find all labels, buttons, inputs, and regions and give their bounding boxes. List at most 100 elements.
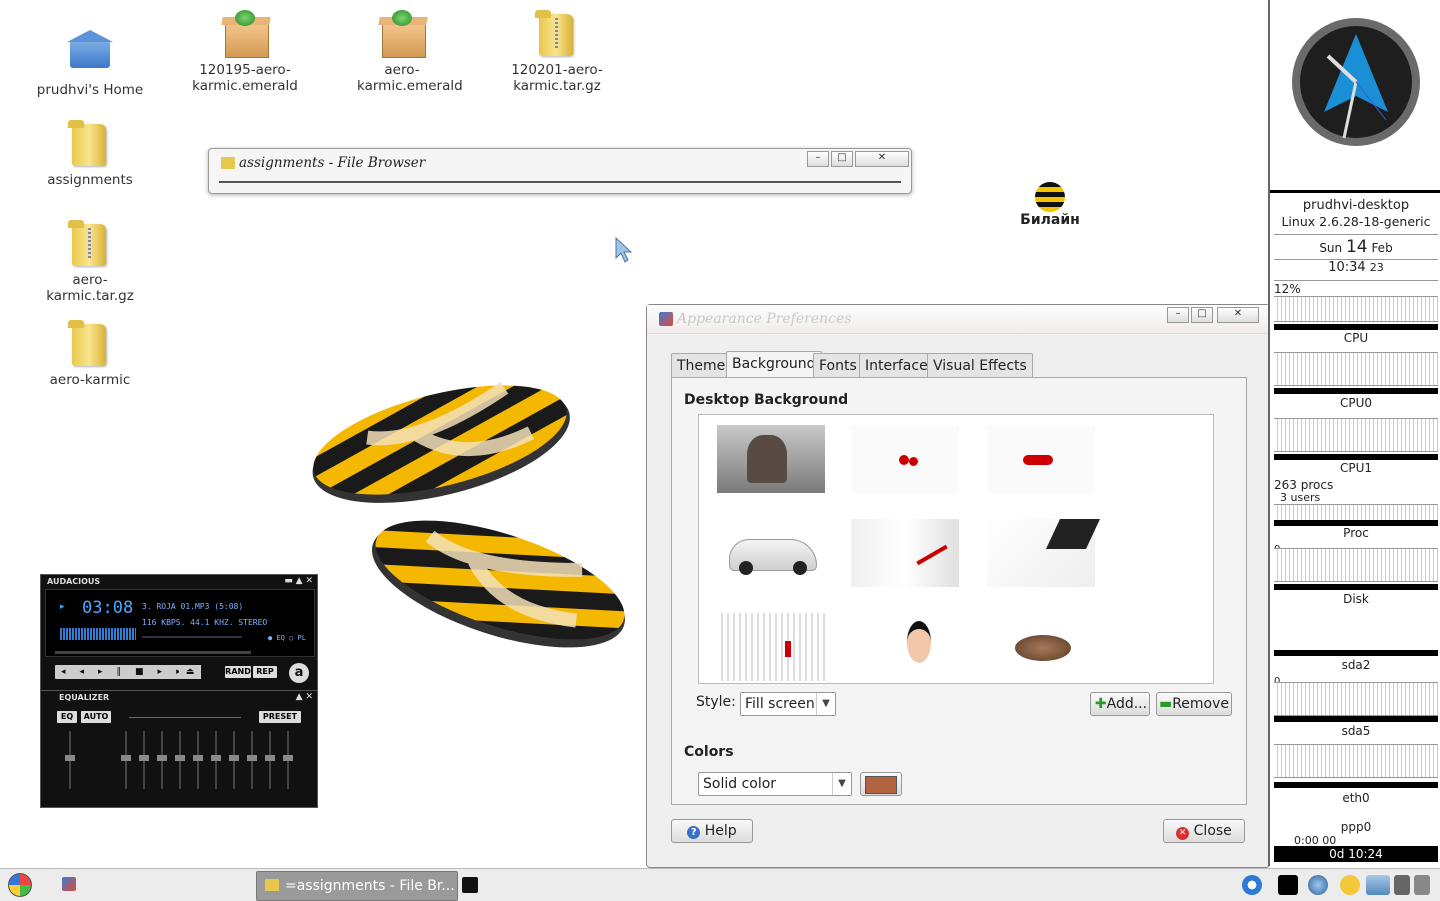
tab-interface[interactable]: Interface (859, 353, 934, 378)
eq-band-slider[interactable] (121, 731, 131, 789)
eq-toggle-button[interactable]: EQ (57, 711, 77, 723)
eq-preset-button[interactable]: PRESET (259, 711, 301, 723)
eq-band-slider[interactable] (175, 731, 185, 789)
network-icon[interactable] (1308, 875, 1328, 895)
eq-band-slider[interactable] (211, 731, 221, 789)
equalizer-title: EQUALIZER (59, 693, 110, 702)
maximize-button[interactable]: □ (831, 151, 853, 167)
desktop-icon-label: 120201-aero-karmic.tar.gz (511, 62, 603, 94)
audacious-task-icon[interactable] (462, 877, 478, 893)
package-icon (221, 10, 269, 58)
wallpaper-thumb[interactable] (987, 613, 1095, 681)
minimize-button[interactable]: – (1167, 307, 1189, 323)
eq-pl-toggles[interactable]: ● EQ ○ PL (268, 634, 306, 642)
wallpaper-thumb[interactable] (851, 519, 959, 587)
desktop-icon-120201-tar[interactable]: 120201-aero-karmic.tar.gz (497, 10, 617, 94)
eq-preamp-slider[interactable] (65, 731, 75, 789)
color-mode-select[interactable]: Solid color ▼ (698, 772, 852, 796)
desktop-icon-label: aero-karmic.tar.gz (46, 272, 134, 304)
eq-band-slider[interactable] (193, 731, 203, 789)
minimize-button[interactable]: – (807, 151, 829, 167)
eq-band-slider[interactable] (247, 731, 257, 789)
desktop-icon-label: 120195-aero-karmic.emerald (192, 62, 298, 94)
desktop-icon-emerald-120195[interactable]: 120195-aero-karmic.emerald (185, 10, 305, 94)
section-title: Desktop Background (684, 392, 849, 408)
spectrum-visualizer (60, 628, 136, 640)
remove-label: Remove (1172, 696, 1230, 712)
cpu0-label: CPU0 (1339, 396, 1373, 410)
eq-auto-button[interactable]: AUTO (81, 711, 111, 723)
eject-button[interactable]: ⏏ (179, 665, 201, 679)
equalizer-window[interactable]: EQUALIZER ▲ ✕ EQ AUTO PRESET (40, 690, 318, 808)
proc-label: Proc (1343, 526, 1369, 540)
power-icon[interactable] (1414, 875, 1430, 895)
start-menu-icon[interactable] (8, 873, 32, 897)
tab-theme[interactable]: Theme (671, 353, 732, 378)
eq-band-slider[interactable] (139, 731, 149, 789)
disk-label: Disk (1343, 592, 1369, 606)
date-box: Sun 14 Feb (1274, 234, 1438, 260)
tab-background[interactable]: Background (726, 351, 822, 379)
terminal-icon[interactable] (1278, 875, 1298, 895)
tab-fonts[interactable]: Fonts (813, 353, 863, 378)
desktop-icon-label: aero-karmic.emerald (357, 62, 463, 94)
cpu-bar (1274, 324, 1438, 330)
volume-icon[interactable] (1394, 875, 1410, 895)
seek-bar[interactable] (55, 651, 251, 654)
analog-clock (1292, 18, 1420, 146)
disk-graph (1274, 548, 1438, 582)
wallpaper-thumb[interactable] (987, 425, 1095, 493)
wallpaper-thumb[interactable] (851, 425, 959, 493)
eq-band-slider[interactable] (283, 731, 293, 789)
tab-visual-effects[interactable]: Visual Effects (927, 353, 1033, 378)
zip-folder-icon (66, 220, 114, 268)
messenger-icon[interactable] (1340, 875, 1360, 895)
color-picker-button[interactable] (860, 772, 902, 796)
audacious-logo-icon: a (289, 663, 309, 683)
wallpaper-thumb[interactable] (717, 613, 825, 681)
window-controls[interactable]: ▬ ▲ ✕ (284, 576, 313, 586)
close-button[interactable]: ✕ Close (1163, 819, 1245, 843)
wallpaper-thumb[interactable] (851, 613, 959, 681)
wallpaper-thumb[interactable] (987, 519, 1100, 587)
desktop-icon-emerald[interactable]: aero-karmic.emerald (342, 10, 463, 94)
help-button[interactable]: ? Help (671, 819, 753, 843)
eq-band-slider[interactable] (265, 731, 275, 789)
random-button[interactable]: RAND (225, 666, 251, 678)
desktop-icon-home[interactable]: prudhvi's Home (30, 30, 150, 98)
window-controls[interactable]: ▲ ✕ (296, 692, 313, 702)
repeat-button[interactable]: REP (253, 666, 277, 678)
workspace-icon[interactable] (1366, 875, 1390, 895)
appearance-launcher-icon[interactable] (62, 877, 76, 891)
task-file-browser[interactable]: =assignments - File Br... (256, 871, 458, 901)
cpu-percent: 12% (1274, 282, 1301, 296)
wallpaper-thumb[interactable] (717, 519, 825, 587)
wallpaper-grid[interactable] (698, 414, 1214, 684)
file-browser-window[interactable]: assignments - File Browser – □ ✕ (208, 148, 912, 194)
desktop-icon-aero-karmic-tar[interactable]: aero-karmic.tar.gz (30, 220, 150, 304)
style-select[interactable]: Fill screen ▼ (740, 692, 836, 716)
remove-wallpaper-button[interactable]: ▬Remove (1156, 692, 1232, 716)
add-wallpaper-button[interactable]: ✚Add... (1090, 692, 1150, 716)
player-title: AUDACIOUS (47, 577, 101, 586)
close-window-button[interactable]: ✕ (1217, 307, 1259, 323)
close-button[interactable]: ✕ (855, 151, 909, 167)
colors-heading: Colors (684, 744, 734, 760)
appearance-preferences-window[interactable]: Appearance Preferences – □ ✕ Theme Backg… (646, 304, 1270, 868)
title-bar[interactable]: Appearance Preferences – □ ✕ (647, 305, 1269, 334)
cpu0-bar (1274, 388, 1438, 394)
wallpaper-thumb[interactable] (717, 425, 825, 493)
eq-band-slider[interactable] (229, 731, 239, 789)
browser-icon[interactable] (1242, 875, 1262, 895)
eth0-bar (1274, 782, 1438, 788)
eq-band-slider[interactable] (157, 731, 167, 789)
desktop-icon-label: aero-karmic (49, 372, 131, 388)
mouse-cursor-icon (615, 236, 633, 263)
transport-controls[interactable]: ◂◂▸‖■▸▸ (55, 665, 195, 679)
maximize-button[interactable]: □ (1191, 307, 1213, 323)
volume-slider[interactable] (142, 636, 242, 638)
help-label: Help (704, 823, 737, 839)
desktop-icon-assignments[interactable]: assignments (30, 120, 150, 188)
desktop-icon-aero-karmic[interactable]: aero-karmic (30, 320, 150, 388)
audacious-player[interactable]: AUDACIOUS ▬ ▲ ✕ ▸ 03:08 3. ROJA 01.MP3 (… (40, 574, 318, 692)
